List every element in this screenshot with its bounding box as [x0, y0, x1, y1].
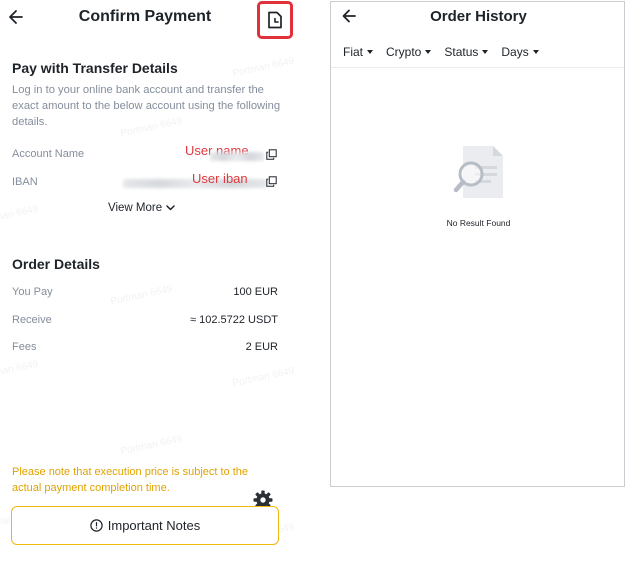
chevron-down-icon: [166, 202, 175, 214]
caret-down-icon: [367, 50, 374, 54]
view-more-button[interactable]: View More: [108, 202, 175, 214]
fiat-filter[interactable]: Fiat: [343, 45, 374, 59]
redacted-account-name: [210, 152, 264, 161]
caret-down-icon: [482, 50, 489, 54]
order-history-icon: [267, 11, 283, 29]
watermark: Portman 6649: [231, 365, 296, 390]
info-circle-icon: [90, 519, 103, 532]
watermark: Portman 6649: [109, 283, 174, 308]
crypto-filter[interactable]: Crypto: [386, 45, 432, 59]
order-history-screen: Order History Fiat Crypto Status Days No…: [330, 1, 625, 487]
you-pay-label: You Pay: [12, 286, 53, 298]
page-title: Confirm Payment: [78, 8, 212, 25]
watermark: Portman 6649: [119, 433, 184, 458]
fees-value: 2 EUR: [245, 341, 278, 353]
filter-label: Fiat: [343, 45, 364, 59]
caret-down-icon: [532, 50, 539, 54]
order-details-heading: Order Details: [12, 256, 100, 272]
user-iban-annotation: User iban: [192, 171, 248, 186]
caret-down-icon: [425, 50, 432, 54]
confirm-payment-screen: Portman 6649 Portman 6649 Portman 6649 P…: [0, 0, 296, 562]
empty-state-message: No Result Found: [446, 218, 511, 228]
you-pay-value: 100 EUR: [233, 286, 278, 298]
receive-label: Receive: [12, 314, 52, 326]
execution-price-note: Please note that execution price is subj…: [12, 466, 249, 494]
fees-label: Fees: [12, 341, 37, 353]
receive-value: ≈ 102.5722 USDT: [190, 314, 278, 326]
page-title: Order History: [430, 8, 527, 25]
filter-bar: Fiat Crypto Status Days: [343, 45, 539, 59]
important-notes-label: Important Notes: [107, 518, 201, 533]
no-results-document-search-icon: [453, 142, 509, 200]
view-more-label: View More: [108, 202, 163, 214]
copy-icon[interactable]: [266, 149, 278, 161]
watermark: Portman 6649: [231, 55, 296, 80]
account-name-label: Account Name: [12, 148, 85, 160]
transfer-details-heading: Pay with Transfer Details: [12, 60, 178, 76]
filter-label: Crypto: [386, 45, 422, 59]
filter-label: Status: [444, 45, 479, 59]
order-history-button[interactable]: [257, 1, 293, 39]
days-filter[interactable]: Days: [501, 45, 539, 59]
divider: [331, 67, 624, 68]
important-notes-button[interactable]: Important Notes: [11, 506, 279, 545]
copy-icon[interactable]: [266, 176, 278, 188]
transfer-description: Log in to your online bank account and t…: [12, 84, 281, 128]
iban-label: IBAN: [12, 176, 38, 188]
watermark: Portman 6649: [0, 203, 40, 228]
status-filter[interactable]: Status: [444, 45, 489, 59]
watermark: Portman 6649: [0, 358, 40, 383]
filter-label: Days: [501, 45, 529, 59]
